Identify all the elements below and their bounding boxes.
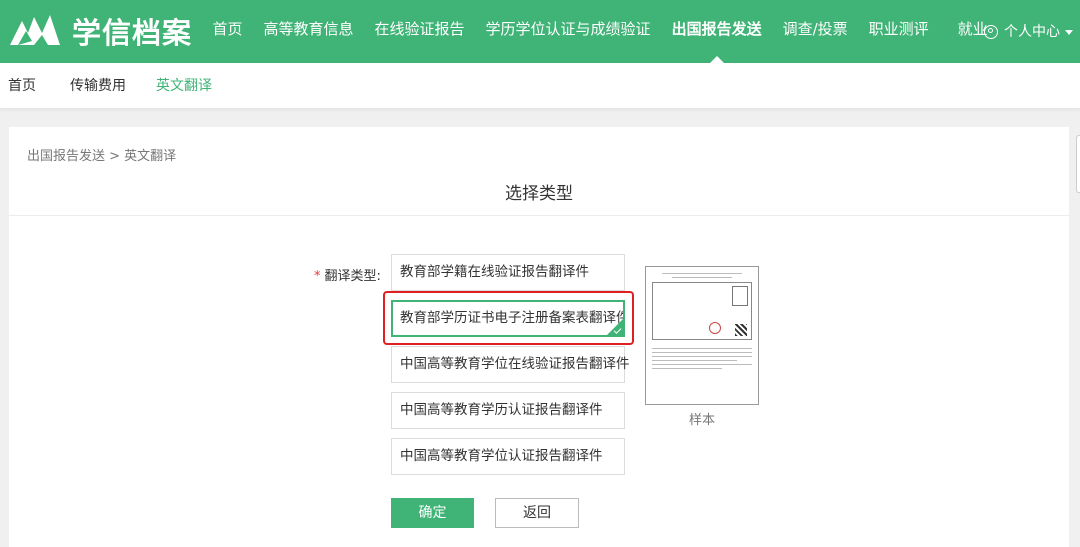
option-student-status-report-translation[interactable]: 教育部学籍在线验证报告翻译件	[391, 254, 625, 291]
sample-caption: 样本	[688, 413, 715, 428]
sample-info-table	[652, 282, 752, 340]
nav-item-online-verification-report[interactable]: 在线验证报告	[364, 0, 475, 63]
sample-text-line	[652, 348, 752, 349]
qr-code-icon	[735, 324, 747, 336]
nav-item-home[interactable]: 首页	[202, 0, 253, 63]
side-feedback-tab[interactable]	[1076, 135, 1080, 193]
user-center-menu[interactable]: 个人中心	[984, 0, 1073, 63]
sample-text-line	[652, 352, 752, 353]
option-education-certification-translation[interactable]: 中国高等教育学历认证报告翻译件	[391, 392, 625, 429]
logo-text: 学信档案	[72, 16, 193, 50]
nav-item-career-assessment[interactable]: 职业测评	[858, 0, 939, 63]
logo-icon	[10, 15, 60, 45]
option-label: 中国高等教育学位在线验证报告翻译件	[400, 356, 630, 372]
sample-photo	[732, 286, 748, 306]
main-nav: 首页 高等教育信息 在线验证报告 学历学位认证与成绩验证 出国报告发送 调查/投…	[202, 0, 998, 63]
user-icon	[984, 24, 998, 39]
logo[interactable]: 学信档案	[8, 10, 192, 52]
confirm-button[interactable]: 确定	[391, 498, 474, 528]
nav-item-higher-education-info[interactable]: 高等教育信息	[253, 0, 364, 63]
translation-type-label-text: 翻译类型:	[324, 269, 381, 284]
nav-item-survey-vote[interactable]: 调查/投票	[772, 0, 858, 63]
option-degree-online-verification-translation[interactable]: 中国高等教育学位在线验证报告翻译件	[391, 346, 630, 383]
subnav-item-english-translation[interactable]: 英文翻译	[156, 63, 212, 109]
sample-text-line	[652, 360, 737, 361]
option-label: 中国高等教育学位认证报告翻译件	[400, 448, 603, 464]
chevron-down-icon	[1065, 30, 1073, 35]
option-label: 教育部学籍在线验证报告翻译件	[400, 264, 589, 280]
sample-seal	[709, 322, 721, 334]
sample-title-line	[662, 273, 742, 274]
sample-text-line	[652, 368, 722, 369]
required-mark: *	[314, 269, 321, 284]
sample-document-image[interactable]	[645, 266, 759, 405]
back-button[interactable]: 返回	[495, 498, 579, 528]
translation-type-label: * 翻译类型:	[314, 265, 381, 284]
breadcrumb: 出国报告发送 > 英文翻译	[27, 149, 177, 164]
main-card: 出国报告发送 > 英文翻译 选择类型 * 翻译类型: 教育部学籍在线验证报告翻译件…	[9, 127, 1069, 547]
subnav-item-home[interactable]: 首页	[8, 63, 36, 109]
sample-subtitle-line	[672, 277, 732, 278]
option-degree-certification-translation[interactable]: 中国高等教育学位认证报告翻译件	[391, 438, 625, 475]
nav-item-degree-certification[interactable]: 学历学位认证与成绩验证	[475, 0, 661, 63]
subnav-item-transfer-fee[interactable]: 传输费用	[70, 63, 126, 109]
nav-item-overseas-report-sending[interactable]: 出国报告发送	[661, 0, 772, 63]
sample-text-line	[652, 364, 752, 365]
user-center-label: 个人中心	[1004, 23, 1060, 40]
page-title: 选择类型	[505, 184, 573, 204]
sample-text-line	[652, 356, 752, 357]
top-nav-bar: 学信档案 首页 高等教育信息 在线验证报告 学历学位认证与成绩验证 出国报告发送…	[0, 0, 1080, 63]
divider	[9, 215, 1069, 216]
sub-nav-bar: 首页 传输费用 英文翻译	[0, 63, 1080, 109]
highlight-box	[383, 291, 634, 345]
option-label: 中国高等教育学历认证报告翻译件	[400, 402, 603, 418]
